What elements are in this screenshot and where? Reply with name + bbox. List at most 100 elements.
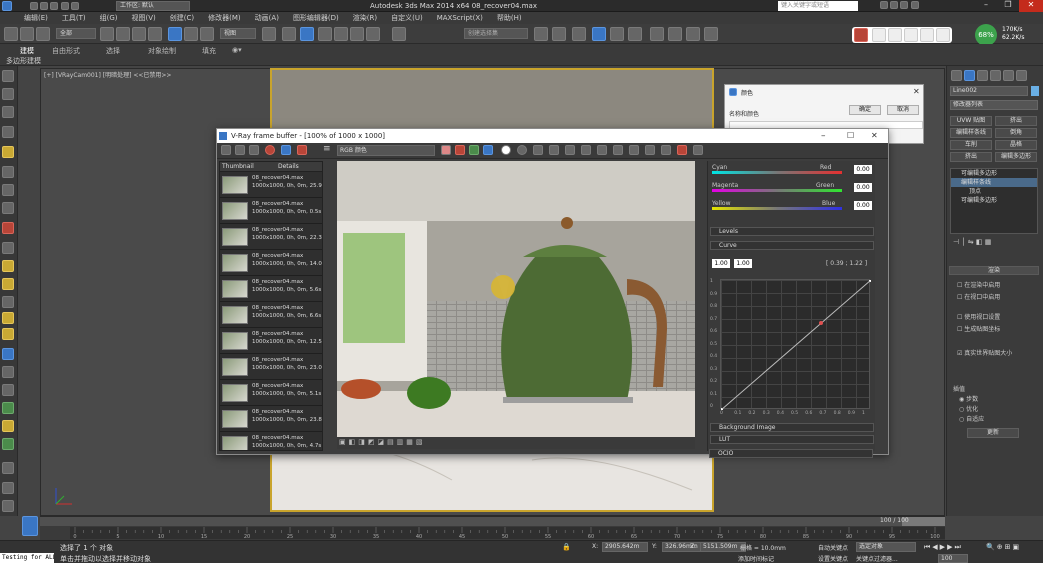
close-button[interactable]: ✕: [1019, 0, 1043, 12]
render-setup-icon[interactable]: [668, 27, 682, 41]
history-row[interactable]: 08_recover04.max 1000x1000, 0h, 0m, 5.6s: [220, 276, 322, 302]
vfb-close-button[interactable]: ✕: [871, 129, 878, 143]
ime-punctuation-icon[interactable]: [888, 28, 902, 42]
modifier-button-1[interactable]: UVW 贴图: [950, 116, 992, 126]
lock-selection-icon[interactable]: 🔒: [562, 543, 571, 551]
vfb-channel-dropdown[interactable]: RGB 颜色: [337, 145, 435, 156]
dialog-close-icon[interactable]: ✕: [913, 87, 920, 96]
vfb-lens-effects-icon[interactable]: [581, 145, 591, 155]
curve-input-field[interactable]: 1.00: [712, 259, 730, 268]
reference-coordinate-dropdown[interactable]: 视图: [220, 28, 256, 39]
vfb-bucket-icon[interactable]: [645, 145, 655, 155]
select-and-move-icon[interactable]: [168, 27, 182, 41]
menu-tools[interactable]: 工具(T): [55, 12, 93, 24]
history-row[interactable]: 08_recover04.max 1000x1000, 0h, 0m, 5.1s: [220, 380, 322, 406]
search-input[interactable]: 键入关键字或短语: [778, 1, 858, 11]
help-icon[interactable]: [910, 1, 919, 9]
object-color-swatch[interactable]: [1031, 86, 1039, 96]
ribbon-tab-selection[interactable]: 选择: [106, 46, 120, 56]
torus-side-icon[interactable]: [2, 328, 14, 340]
radio-steps[interactable]: ◉ 步数: [959, 394, 978, 403]
align-icon[interactable]: [552, 27, 566, 41]
ribbon-tab-modeling[interactable]: 建模: [20, 46, 34, 56]
sphere-side-icon[interactable]: [2, 260, 14, 272]
ime-skin-icon[interactable]: [936, 28, 950, 42]
time-slider[interactable]: [40, 517, 945, 526]
workspace-dropdown[interactable]: 工作区: 默认: [116, 1, 190, 11]
cc-levels-section[interactable]: Levels: [710, 227, 874, 236]
mirror-icon[interactable]: [534, 27, 548, 41]
history-row[interactable]: 08_recover04.max 1000x1000, 0h, 0m, 12.5: [220, 328, 322, 354]
redo-icon[interactable]: [70, 2, 79, 10]
ribbon-tab-populate[interactable]: 填充: [202, 46, 216, 56]
auto-key-label[interactable]: 自动关键点: [818, 543, 848, 552]
menu-maxscript[interactable]: MAXScript(X): [430, 12, 490, 24]
scene-explorer-icon[interactable]: [592, 27, 606, 41]
shape-side-icon[interactable]: [2, 202, 14, 214]
vfb-load-icon[interactable]: [249, 145, 259, 155]
vfb-bottom-icons[interactable]: ▣◧◨◩◪▤▥▦▧: [339, 438, 426, 446]
unlink-icon[interactable]: [20, 27, 34, 41]
app-logo-icon[interactable]: [2, 1, 12, 11]
cc-background-section[interactable]: Background Image: [710, 423, 874, 432]
snaps-toggle-icon[interactable]: [318, 27, 332, 41]
vfb-load-image-icon[interactable]: [549, 145, 559, 155]
window-crossing-icon[interactable]: [148, 27, 162, 41]
menu-help[interactable]: 帮助(H): [490, 12, 529, 24]
vfb-save-image-icon[interactable]: [533, 145, 543, 155]
new-file-icon[interactable]: [30, 2, 38, 10]
cc-yellow-value[interactable]: 0.00: [854, 201, 872, 210]
track-bar[interactable]: 0 5 10 15 20 25 30 35 40 45 50 55 60 65 70 75 80 85 90 95 10…: [70, 527, 945, 540]
cpu-usage-badge[interactable]: 68%: [975, 24, 997, 46]
history-row[interactable]: 08_recover04.max 1000x1000, 0h, 0m, 4.7s: [220, 432, 322, 450]
rollout-checkbox-3[interactable]: ☐ 使用视口设置: [957, 312, 1000, 321]
history-row[interactable]: 08_recover04.max 1000x1000, 0h, 0m, 0.5s: [220, 198, 322, 224]
vfb-region-render-icon[interactable]: [613, 145, 623, 155]
dialog-ok-button[interactable]: 确定: [849, 105, 881, 115]
modify-tab-icon[interactable]: [964, 70, 975, 81]
box-side-icon[interactable]: [2, 242, 14, 254]
radio-optimize[interactable]: ○ 优化: [959, 404, 978, 413]
layer-side-icon[interactable]: [2, 88, 14, 100]
viewport-label[interactable]: [+] [VRayCam001] [明暗处理] <<已禁用>>: [44, 70, 171, 79]
spinner-snap-icon[interactable]: [366, 27, 380, 41]
select-and-scale-icon[interactable]: [200, 27, 214, 41]
vfb-green-channel-icon[interactable]: [469, 145, 479, 155]
modifier-list-dropdown[interactable]: 修改器列表: [950, 100, 1038, 110]
plant-side-icon[interactable]: [2, 438, 14, 450]
history-row[interactable]: 08_recover04.max 1000x1000, 0h, 0m, 23.8: [220, 406, 322, 432]
scene-explorer-side-icon[interactable]: [2, 70, 14, 82]
vfb-render-icon[interactable]: [661, 145, 671, 155]
vfb-mono-icon[interactable]: [517, 145, 527, 155]
dialog-cancel-button[interactable]: 取消: [887, 105, 919, 115]
display-tab-icon[interactable]: [1003, 70, 1014, 81]
cone-side-icon[interactable]: [2, 296, 14, 308]
vfb-maximize-button[interactable]: ☐: [847, 129, 854, 143]
rollout-checkbox-5[interactable]: ☑ 真实世界贴图大小: [957, 348, 1012, 357]
particle-side-icon[interactable]: [2, 348, 14, 360]
tree-side-icon[interactable]: [2, 402, 14, 414]
create-tab-icon[interactable]: [951, 70, 962, 81]
helper-side-icon[interactable]: [2, 184, 14, 196]
history-row[interactable]: 08_recover04.max 1000x1000, 0h, 0m, 25.9: [220, 172, 322, 198]
rollout-checkbox-2[interactable]: ☐ 在视口中启用: [957, 292, 1000, 301]
percent-snap-icon[interactable]: [350, 27, 364, 41]
curve-editor-icon[interactable]: [610, 27, 624, 41]
cc-magenta-green-slider[interactable]: [712, 189, 842, 192]
stack-item[interactable]: 可编辑多边形: [951, 169, 1037, 178]
cc-cyan-value[interactable]: 0.00: [854, 165, 872, 174]
history-row[interactable]: 08_recover04.max 1000x1000, 0h, 0m, 23.0: [220, 354, 322, 380]
menu-animation[interactable]: 动画(A): [248, 12, 286, 24]
rendered-frame-window-icon[interactable]: [686, 27, 700, 41]
cc-yellow-blue-slider[interactable]: [712, 207, 842, 210]
settings-side-icon[interactable]: [2, 500, 14, 512]
menu-views[interactable]: 视图(V): [125, 12, 163, 24]
mini-curve-editor-icon[interactable]: [22, 516, 38, 536]
save-icon[interactable]: [50, 2, 59, 10]
angle-snap-icon[interactable]: [334, 27, 348, 41]
edit-named-selection-icon[interactable]: [392, 27, 406, 41]
maximize-button[interactable]: ❐: [997, 0, 1019, 12]
light-side-icon[interactable]: [2, 146, 14, 158]
menu-create[interactable]: 创建(C): [163, 12, 201, 24]
history-row[interactable]: 08_recover04.max 1000x1000, 0h, 0m, 14.0: [220, 250, 322, 276]
